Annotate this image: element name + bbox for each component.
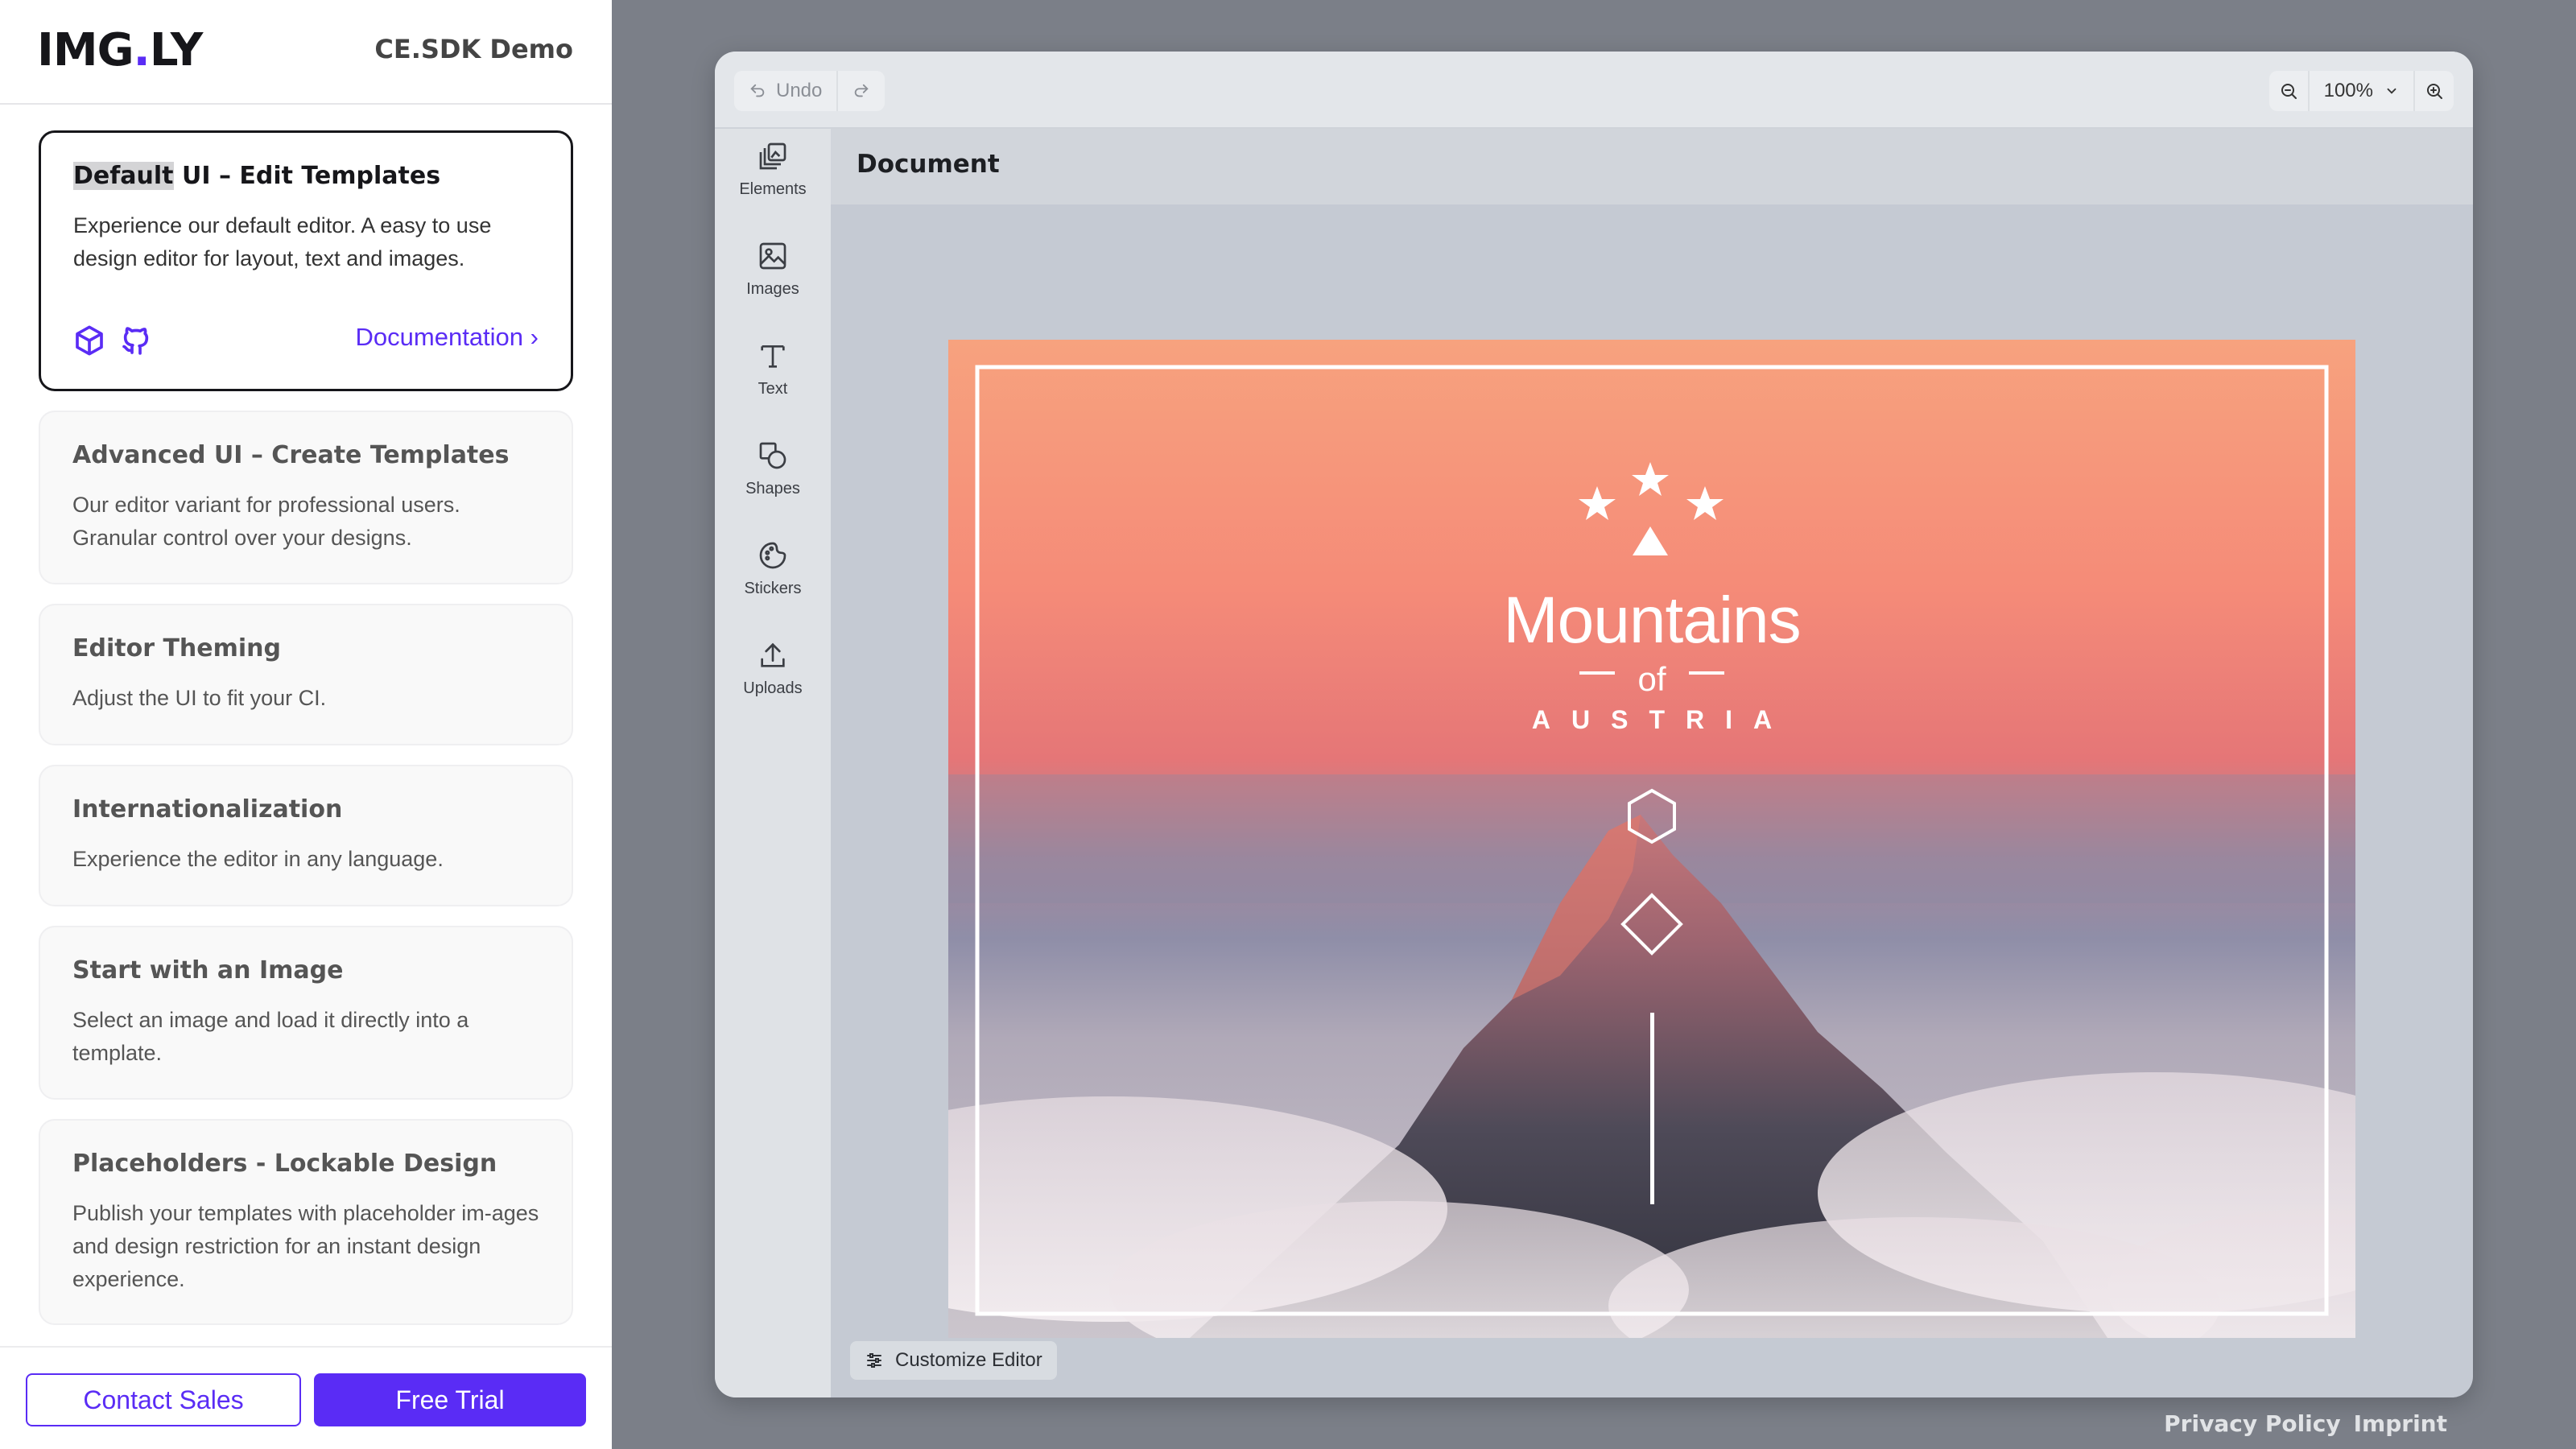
card-description: Our editor variant for professional user… xyxy=(72,493,460,550)
card-title: Start with an Image xyxy=(72,956,344,985)
customize-editor-button[interactable]: Customize Editor xyxy=(850,1341,1057,1380)
card-advanced-ui[interactable]: Advanced UI – Create Templates Our edito… xyxy=(39,411,573,584)
document-bar: Document xyxy=(831,129,2473,204)
dock-uploads[interactable]: Uploads xyxy=(715,628,831,716)
dock-label: Stickers xyxy=(744,580,802,597)
zoom-in-icon xyxy=(2427,84,2442,99)
canvas-of-text[interactable]: of xyxy=(948,660,2355,699)
demo-title: CE.SDK Demo xyxy=(374,34,573,64)
card-description: Experience the editor in any language. xyxy=(72,847,444,871)
zoom-out-button[interactable] xyxy=(2269,71,2310,111)
card-description: Publish your templates with placeholder … xyxy=(72,1201,539,1291)
image-icon xyxy=(759,242,786,270)
sidebar: IMG.LY CE.SDK Demo Default UI – Edit Tem… xyxy=(0,0,612,1449)
dock-label: Uploads xyxy=(743,679,803,697)
zoom-out-icon xyxy=(2281,84,2297,99)
card-title: Default UI – Edit Templates xyxy=(73,162,441,190)
card-title: Editor Theming xyxy=(72,634,281,663)
cube-icon[interactable] xyxy=(73,324,105,357)
zoom-controls: 100% xyxy=(2268,71,2454,111)
sticker-icon xyxy=(759,542,786,569)
editor-topbar: Undo 100% xyxy=(715,52,2473,129)
card-start-with-image[interactable]: Start with an Image Select an image and … xyxy=(39,926,573,1100)
documentation-link[interactable]: Documentation › xyxy=(356,323,539,352)
asset-dock: Elements Images Text Shapes Stickers Upl… xyxy=(715,129,831,1397)
editor-window: Undo 100% Elements Images Text Shapes St… xyxy=(715,52,2473,1397)
dock-label: Elements xyxy=(739,180,807,198)
dock-label: Text xyxy=(758,380,788,398)
design-canvas-page[interactable]: Mountains of AUSTRIA xyxy=(948,340,2355,1338)
card-title: Internationalization xyxy=(72,795,343,824)
chevron-right-icon: › xyxy=(530,323,539,351)
zoom-level-select[interactable]: 100% xyxy=(2310,71,2413,111)
upload-icon xyxy=(761,642,785,667)
card-title: Advanced UI – Create Templates xyxy=(72,441,510,469)
zoom-level-value: 100% xyxy=(2323,80,2373,101)
text-icon xyxy=(761,345,785,368)
redo-button[interactable] xyxy=(838,71,885,111)
elements-icon xyxy=(759,142,786,170)
github-icon[interactable] xyxy=(120,324,152,357)
customize-editor-label: Customize Editor xyxy=(895,1349,1042,1371)
contact-sales-button[interactable]: Contact Sales xyxy=(26,1373,301,1426)
imprint-link[interactable]: Imprint xyxy=(2354,1410,2447,1437)
zoom-in-button[interactable] xyxy=(2413,71,2454,111)
card-description: Adjust the UI to fit your CI. xyxy=(72,686,327,710)
undo-label: Undo xyxy=(776,80,823,101)
card-editor-theming[interactable]: Editor Theming Adjust the UI to fit your… xyxy=(39,604,573,745)
redo-icon xyxy=(855,84,869,97)
document-title: Document xyxy=(857,150,1000,179)
card-description: Experience our default editor. A easy to… xyxy=(73,213,492,270)
canvas-title-text[interactable]: Mountains xyxy=(948,583,2355,658)
card-placeholders[interactable]: Placeholders - Lockable Design Publish y… xyxy=(39,1119,573,1325)
mountain-scene-image xyxy=(948,365,2355,1338)
history-controls: Undo xyxy=(734,71,886,111)
privacy-policy-link[interactable]: Privacy Policy xyxy=(2164,1410,2340,1437)
sidebar-footer: Contact Sales Free Trial xyxy=(0,1346,612,1449)
card-default-ui[interactable]: Default UI – Edit Templates Experience o… xyxy=(39,130,573,391)
footer-links: Privacy Policy Imprint xyxy=(2164,1410,2447,1437)
dock-shapes[interactable]: Shapes xyxy=(715,428,831,517)
free-trial-button[interactable]: Free Trial xyxy=(314,1373,586,1426)
sidebar-header: IMG.LY CE.SDK Demo xyxy=(0,0,612,105)
dock-label: Shapes xyxy=(745,480,800,497)
card-title: Placeholders - Lockable Design xyxy=(72,1150,497,1178)
dock-text[interactable]: Text xyxy=(715,328,831,417)
undo-button[interactable]: Undo xyxy=(734,71,839,111)
canvas-subtitle-text[interactable]: AUSTRIA xyxy=(948,705,2355,735)
undo-icon xyxy=(750,84,765,97)
chevron-down-icon xyxy=(2387,88,2396,94)
imgly-logo[interactable]: IMG.LY xyxy=(37,24,203,76)
card-internationalization[interactable]: Internationalization Experience the edit… xyxy=(39,765,573,906)
card-description: Select an image and load it directly int… xyxy=(72,1008,469,1065)
sliders-icon xyxy=(867,1353,881,1368)
card-links: Documentation › xyxy=(73,320,539,360)
dock-label: Images xyxy=(746,280,799,298)
shapes-icon xyxy=(759,442,786,469)
dock-stickers[interactable]: Stickers xyxy=(715,528,831,617)
dock-elements[interactable]: Elements xyxy=(715,129,831,217)
dock-images[interactable]: Images xyxy=(715,229,831,317)
